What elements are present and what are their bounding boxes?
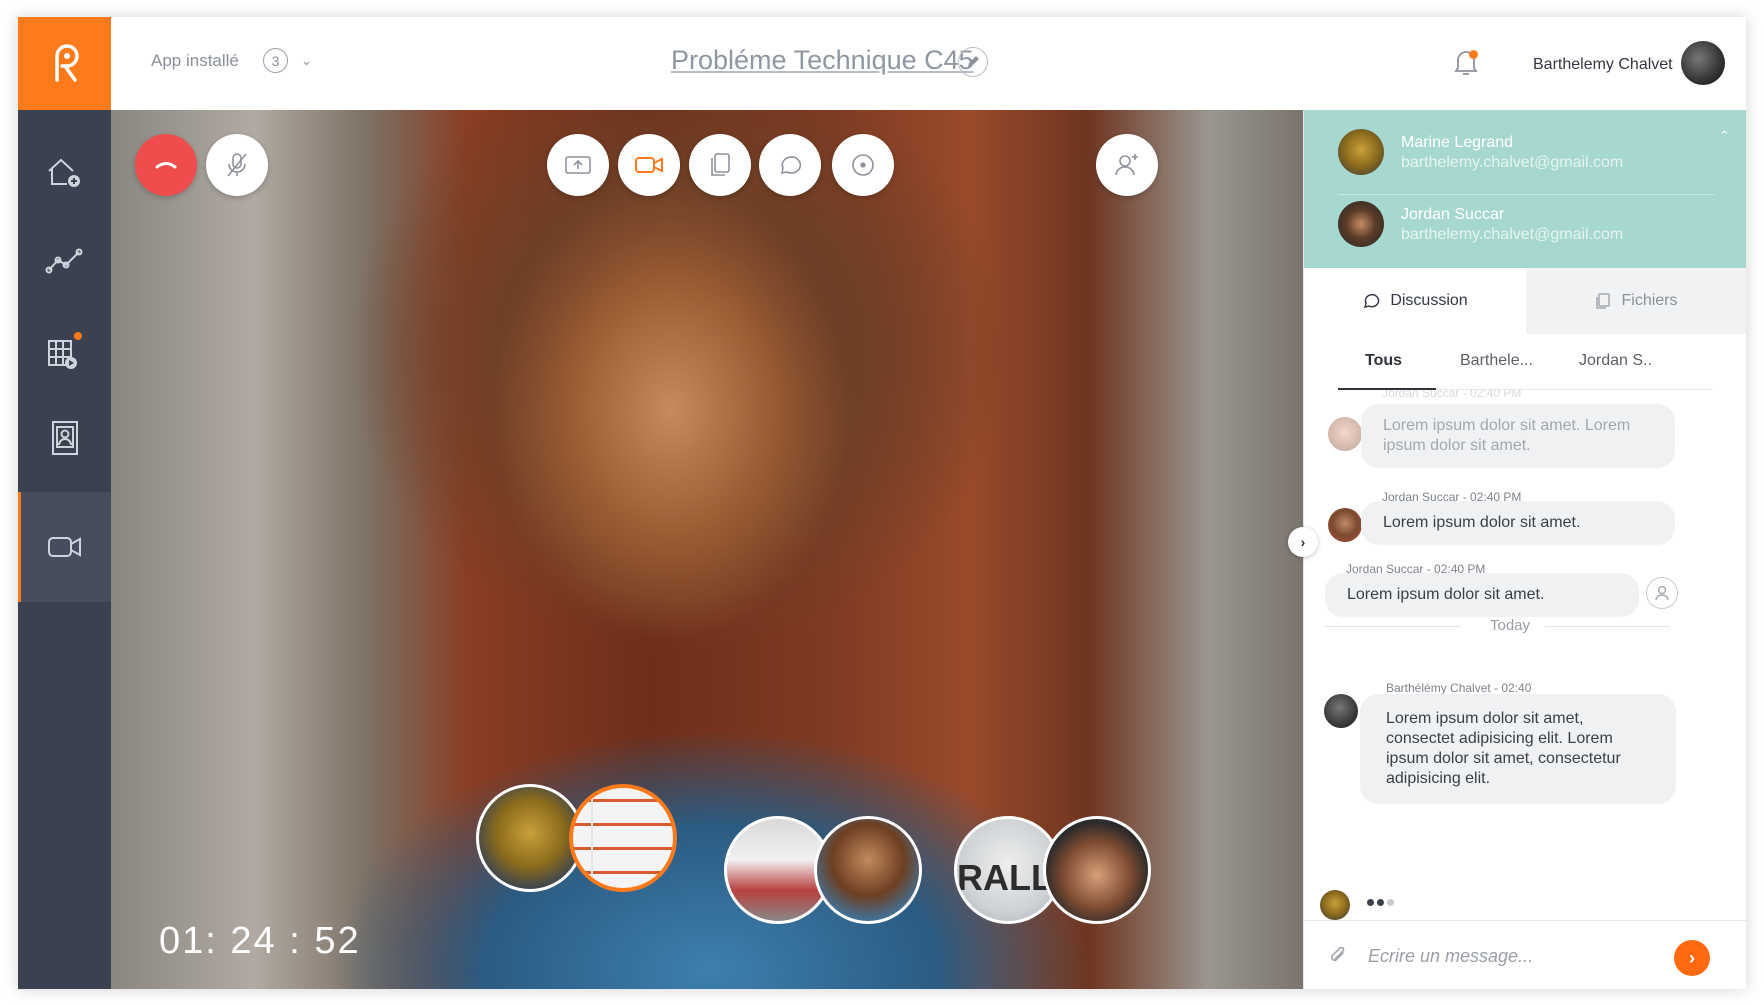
files-icon bbox=[1596, 293, 1611, 309]
record-icon bbox=[852, 154, 874, 176]
participant-item[interactable]: Jordan Succar barthelemy.chalvet@gmail.c… bbox=[1338, 196, 1738, 256]
side-panel: Marine Legrand barthelemy.chalvet@gmail.… bbox=[1303, 110, 1746, 989]
filter-barthelemy[interactable]: Barthele... bbox=[1460, 352, 1533, 370]
message-list: Jordan Succar - 02:40 PM Lorem ipsum dol… bbox=[1304, 390, 1746, 920]
sidebar-item-contacts[interactable] bbox=[18, 383, 111, 493]
video-stream: 01: 24 : 52 RALLY bbox=[111, 110, 1303, 989]
message-meta: Barthélémy Chalvet - 02:40 bbox=[1386, 681, 1532, 695]
mic-off-icon bbox=[227, 153, 247, 177]
sidebar bbox=[18, 17, 111, 989]
paperclip-icon[interactable] bbox=[1328, 945, 1348, 967]
participant-email: barthelemy.chalvet@gmail.com bbox=[1401, 154, 1624, 171]
session-title[interactable]: Probléme Technique C45 bbox=[671, 45, 974, 76]
tab-files-label: Fichiers bbox=[1621, 292, 1678, 309]
message-composer: › bbox=[1304, 920, 1746, 989]
divider bbox=[1338, 194, 1714, 195]
avatar bbox=[1328, 417, 1362, 451]
chat-icon bbox=[780, 156, 802, 175]
participants-list: Marine Legrand barthelemy.chalvet@gmail.… bbox=[1304, 110, 1746, 268]
participant-item[interactable]: Marine Legrand barthelemy.chalvet@gmail.… bbox=[1338, 124, 1738, 184]
calendar-icon bbox=[47, 340, 77, 369]
avatar bbox=[1320, 890, 1350, 920]
chat-button[interactable] bbox=[759, 134, 821, 196]
participant-thumbnail[interactable] bbox=[814, 816, 922, 924]
participant-email: barthelemy.chalvet@gmail.com bbox=[1401, 226, 1624, 243]
participant-name: Marine Legrand bbox=[1401, 134, 1514, 151]
typing-indicator bbox=[1367, 893, 1397, 911]
avatar bbox=[1338, 201, 1384, 247]
chevron-right-icon: › bbox=[1689, 947, 1695, 968]
message-bubble: Lorem ipsum dolor sit amet. bbox=[1325, 573, 1639, 617]
participant-thumbnail[interactable] bbox=[1043, 816, 1151, 924]
mute-button[interactable] bbox=[206, 134, 268, 196]
notification-dot bbox=[1469, 50, 1478, 59]
chevron-right-icon: › bbox=[1300, 534, 1306, 550]
home-add-icon bbox=[47, 158, 80, 187]
tab-files[interactable]: Fichiers bbox=[1526, 268, 1746, 334]
tab-discussion[interactable]: Discussion bbox=[1304, 268, 1526, 334]
avatar bbox=[1646, 577, 1678, 609]
date-separator: Today bbox=[1490, 617, 1531, 634]
contact-card-icon bbox=[51, 421, 78, 455]
calendar-notification-dot bbox=[74, 332, 82, 340]
filter-jordan[interactable]: Jordan S.. bbox=[1579, 352, 1652, 370]
screen-share-icon bbox=[565, 156, 591, 174]
current-user-name[interactable]: Barthelemy Chalvet bbox=[1533, 56, 1673, 74]
tab-discussion-label: Discussion bbox=[1390, 292, 1468, 309]
end-call-button[interactable] bbox=[135, 134, 197, 196]
participant-name: Jordan Succar bbox=[1401, 206, 1505, 223]
edit-title-button[interactable] bbox=[958, 47, 988, 77]
video-toggle-button[interactable] bbox=[618, 134, 680, 196]
app-logo[interactable] bbox=[18, 17, 111, 110]
avatar bbox=[1338, 129, 1384, 175]
user-icon bbox=[1655, 585, 1669, 601]
add-user-icon bbox=[1115, 154, 1138, 176]
collapse-panel-button[interactable]: › bbox=[1288, 527, 1318, 557]
divider bbox=[1545, 626, 1670, 627]
call-timer: 01: 24 : 52 bbox=[159, 920, 361, 962]
record-button[interactable] bbox=[832, 134, 894, 196]
app-window: App installé 3 ⌄ Probléme Technique C45 … bbox=[18, 17, 1746, 989]
documents-icon bbox=[711, 153, 730, 176]
screen-share-thumbnail[interactable] bbox=[569, 784, 677, 892]
top-bar: App installé 3 ⌄ Probléme Technique C45 … bbox=[111, 17, 1746, 110]
filter-all[interactable]: Tous bbox=[1365, 352, 1402, 370]
chevron-up-icon[interactable]: ⌃ bbox=[1719, 128, 1730, 144]
chat-icon bbox=[1364, 293, 1380, 309]
end-call-icon bbox=[155, 162, 177, 169]
installed-apps-count-badge: 3 bbox=[263, 48, 288, 73]
send-button[interactable]: › bbox=[1674, 940, 1710, 976]
message-bubble: Lorem ipsum dolor sit amet. Lorem ipsum … bbox=[1361, 404, 1675, 468]
logo-icon bbox=[54, 43, 79, 82]
message-filters: Tous Barthele... Jordan S.. bbox=[1338, 334, 1713, 390]
video-camera-icon bbox=[47, 537, 81, 557]
message-input[interactable] bbox=[1368, 941, 1658, 971]
avatar bbox=[1328, 508, 1362, 542]
participant-thumbnail[interactable] bbox=[476, 784, 584, 892]
sidebar-item-video[interactable] bbox=[18, 492, 111, 602]
message-meta: Jordan Succar - 02:40 PM bbox=[1382, 390, 1522, 400]
screen-share-button[interactable] bbox=[547, 134, 609, 196]
avatar[interactable] bbox=[1681, 41, 1725, 85]
pencil-icon bbox=[968, 56, 979, 67]
message-bubble: Lorem ipsum dolor sit amet, consectet ad… bbox=[1360, 694, 1676, 804]
avatar bbox=[1324, 694, 1358, 728]
panel-tabs: Discussion Fichiers bbox=[1304, 268, 1746, 334]
message-bubble: Lorem ipsum dolor sit amet. bbox=[1361, 501, 1675, 545]
installed-apps-label[interactable]: App installé bbox=[151, 51, 239, 71]
documents-button[interactable] bbox=[689, 134, 751, 196]
add-participant-button[interactable] bbox=[1096, 134, 1158, 196]
video-camera-icon bbox=[635, 157, 663, 173]
analytics-icon bbox=[45, 248, 82, 274]
divider bbox=[1325, 626, 1461, 627]
chevron-down-icon[interactable]: ⌄ bbox=[301, 53, 312, 69]
